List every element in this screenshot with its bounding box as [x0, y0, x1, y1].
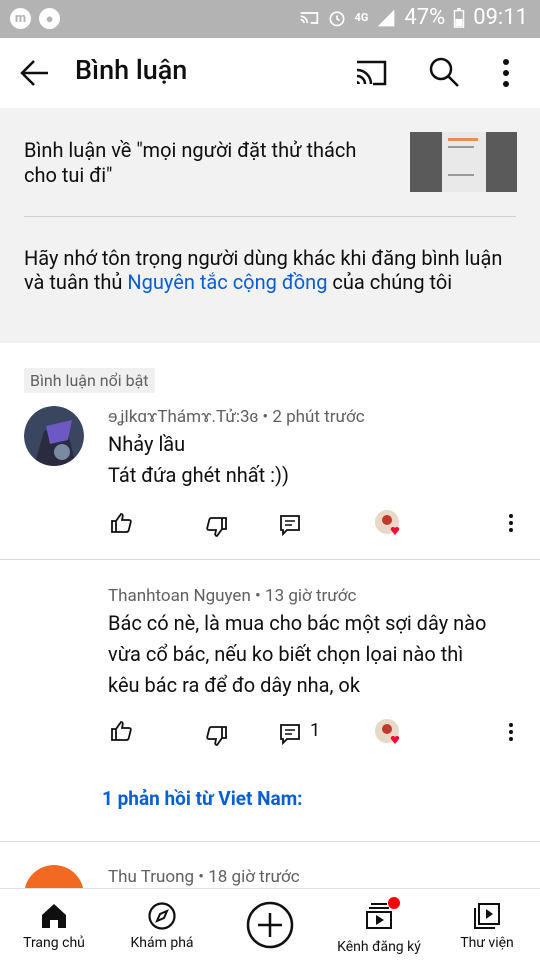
- more-vert-icon[interactable]: [494, 56, 518, 90]
- comment-line: vừa cổ bác, nếu ko biết chọn lọai nào th…: [108, 642, 464, 666]
- signal-icon: [378, 9, 395, 26]
- comment-line: Tát đứa ghét nhất :)): [108, 463, 289, 487]
- divider: [24, 216, 516, 217]
- comment-line: kêu bác ra để đo dây nha, ok: [108, 673, 360, 697]
- nav-explore[interactable]: Khám phá: [122, 889, 202, 961]
- video-title-label: Bình luận về "mọi người đặt thử thách ch…: [24, 138, 357, 187]
- nav-home[interactable]: Trang chủ: [14, 889, 94, 961]
- app-notification-icon: ●: [39, 8, 60, 29]
- like-icon[interactable]: [110, 720, 132, 742]
- comment-time: 18 giờ trước: [208, 867, 300, 887]
- notification-dot: [388, 897, 400, 909]
- cast-icon[interactable]: [354, 58, 388, 88]
- clock: 09:11: [473, 5, 528, 30]
- comment-more-icon[interactable]: [504, 721, 518, 743]
- reply-icon[interactable]: [279, 514, 301, 536]
- comment-time: 2 phút trước: [272, 407, 365, 427]
- video-thumbnail[interactable]: [410, 132, 517, 192]
- community-guidelines-note: Hãy nhớ tôn trọng người dùng khác khi đă…: [24, 246, 514, 294]
- messenger-notification-icon: m: [10, 8, 31, 29]
- reply-icon[interactable]: [279, 723, 301, 745]
- dislike-icon[interactable]: [206, 516, 228, 538]
- avatar[interactable]: [24, 406, 84, 466]
- cast-status-icon: [300, 11, 318, 24]
- reply-count: 1: [310, 720, 321, 741]
- divider: [0, 841, 540, 842]
- battery-icon: [453, 7, 465, 28]
- search-icon[interactable]: [428, 56, 460, 88]
- note-text-end: của chúng tôi: [327, 270, 453, 294]
- comment-author[interactable]: Thu Truong: [108, 867, 194, 887]
- nav-create[interactable]: [240, 889, 300, 961]
- network-type: 4G: [354, 11, 369, 24]
- comment-text: Bác có nè, là mua cho bác một sợi dây nà…: [108, 608, 513, 701]
- nav-label: Kênh đăng ký: [337, 939, 421, 955]
- comment-line: Bác có nè, là mua cho bác một sợi dây nà…: [108, 611, 487, 635]
- compass-icon: [148, 902, 176, 930]
- page-title: Bình luận: [75, 54, 188, 86]
- status-bar: m ● 4G 47% 09:11: [0, 0, 540, 38]
- app-bar: Bình luận: [0, 38, 540, 108]
- library-icon: [474, 903, 500, 929]
- nav-label: Thư viện: [460, 935, 514, 951]
- nav-label: Trang chủ: [23, 935, 85, 951]
- comment-author[interactable]: Thanhtoan Nguyen: [108, 586, 251, 606]
- creator-heart-icon: [375, 510, 400, 535]
- bottom-navigation: Trang chủ Khám phá Kênh đăng ký Thư viện: [0, 888, 540, 960]
- comment-line: Nhảy lầu: [108, 432, 186, 456]
- home-icon: [42, 904, 66, 928]
- comment-more-icon[interactable]: [504, 512, 518, 534]
- create-icon: [246, 901, 294, 949]
- like-icon[interactable]: [110, 512, 132, 534]
- battery-percent: 47%: [404, 5, 446, 30]
- divider: [0, 559, 540, 560]
- back-arrow-icon[interactable]: [18, 56, 52, 90]
- nav-library[interactable]: Thư viện: [448, 889, 526, 961]
- comments-header-section: Bình luận về "mọi người đặt thử thách ch…: [0, 108, 540, 343]
- view-replies-link[interactable]: 1 phản hồi từ Viet Nam:: [102, 787, 303, 810]
- featured-comment-badge: Bình luận nổi bật: [24, 368, 155, 393]
- nav-label: Khám phá: [130, 935, 194, 951]
- comment-text: Nhảy lầu Tát đứa ghét nhất :)): [108, 429, 513, 491]
- creator-heart-icon: [375, 719, 400, 744]
- comment-author[interactable]: ɘʝIkɑɤThámɤ.Tử:3ɞ: [108, 407, 258, 427]
- nav-subscriptions[interactable]: Kênh đăng ký: [330, 889, 428, 961]
- alarm-icon: [329, 10, 345, 26]
- community-guidelines-link[interactable]: Nguyên tắc cộng đồng: [127, 270, 327, 294]
- dislike-icon[interactable]: [206, 725, 228, 747]
- comment-time: 13 giờ trước: [265, 586, 357, 606]
